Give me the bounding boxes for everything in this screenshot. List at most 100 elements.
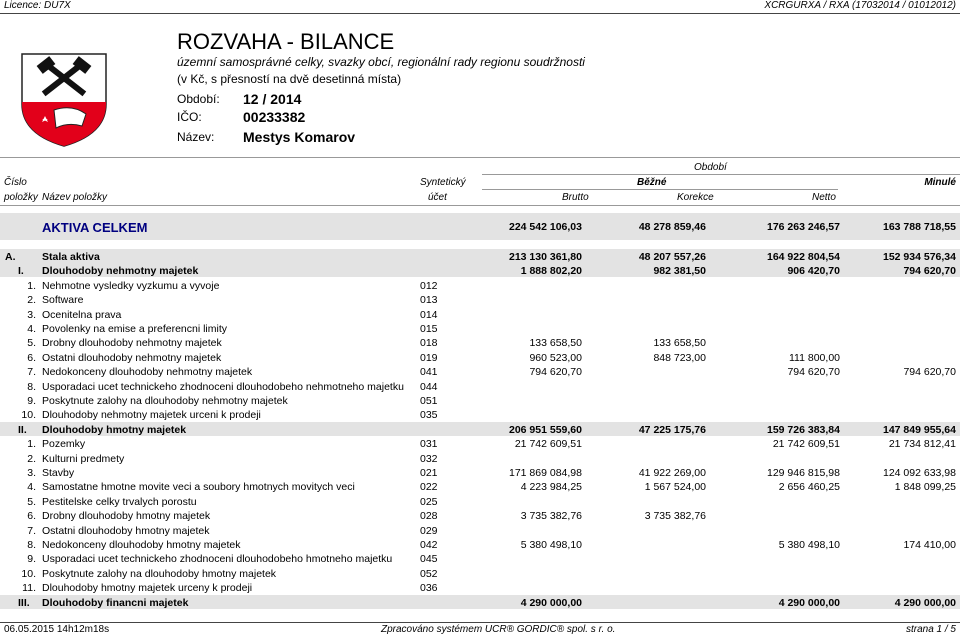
cell-brutto: 171 869 084,98 <box>509 467 582 479</box>
cell-name: Stavby <box>42 467 75 479</box>
cell-minule: 174 410,00 <box>903 539 956 551</box>
col-brutto: Brutto <box>562 192 589 203</box>
page-subtitle: územní samosprávné celky, svazky obcí, r… <box>177 55 585 69</box>
cell-name: Dlouhodoby hmotny majetek <box>42 424 187 436</box>
cell-name: Dlouhodoby nehmotny majetek <box>42 265 199 277</box>
cell-name: Poskytnute zalohy na dlouhodoby nehmotny… <box>42 395 288 407</box>
cell-brutto: 5 380 498,10 <box>520 539 582 551</box>
cell-num: 6. <box>27 510 36 522</box>
coat-of-arms-icon <box>20 52 108 153</box>
cell-name: Drobny dlouhodoby hmotny majetek <box>42 510 211 522</box>
cell-netto: 164 922 804,54 <box>767 251 840 263</box>
cell-minule: 794 620,70 <box>903 366 956 378</box>
cell-num: 3. <box>27 467 36 479</box>
footer-timestamp: 06.05.2015 14h12m18s <box>4 624 110 635</box>
cell-name: Kulturni predmety <box>42 453 125 465</box>
cell-num: 2. <box>27 453 36 465</box>
table-row: 8. Usporadaci ucet technickeho zhodnoceni… <box>0 380 960 394</box>
cell-num: 2. <box>27 294 36 306</box>
table-row: 4. Povolenky na emise a preferencni limit… <box>0 322 960 336</box>
cell-brutto: 4 290 000,00 <box>520 597 582 609</box>
period-label: Období: <box>177 92 220 106</box>
cell-num: 11. <box>22 582 36 594</box>
cell-acct: 014 <box>420 309 438 321</box>
cell-name: Stala aktiva <box>42 251 100 263</box>
footer-system: Zpracováno systémem UCR® GORDIC® spol. s… <box>381 624 616 635</box>
cell-num: 4. <box>27 481 36 493</box>
cell-name: Poskytnute zalohy na dlouhodoby hmotny m… <box>42 568 277 580</box>
name-label: Název: <box>177 130 215 144</box>
cell-name: Nedokonceny dlouhodoby nehmotny majetek <box>42 366 253 378</box>
total-netto: 176 263 246,57 <box>767 221 840 233</box>
cell-acct: 019 <box>420 352 438 364</box>
cell-acct: 041 <box>420 366 438 378</box>
cell-name: Nehmotne vysledky vyzkumu a vyvoje <box>42 280 220 292</box>
cell-acct: 042 <box>420 539 438 551</box>
ico-value: 00233382 <box>243 109 306 125</box>
cell-name: Ostatni dlouhodoby nehmotny majetek <box>42 352 222 364</box>
cell-num: 1. <box>27 438 36 450</box>
cell-netto: 111 800,00 <box>789 352 840 364</box>
cell-acct: 021 <box>420 467 438 479</box>
cell-netto: 5 380 498,10 <box>778 539 840 551</box>
cell-brutto: 1 888 802,20 <box>520 265 582 277</box>
cell-num: 8. <box>27 381 36 393</box>
cell-acct: 022 <box>420 481 438 493</box>
cell-name: Pozemky <box>42 438 86 450</box>
table-row: 1. Pozemky 031 21 742 609,51 21 742 609,51 21… <box>0 437 960 451</box>
cell-minule: 152 934 576,34 <box>883 251 956 263</box>
table-row: II. Dlouhodoby hmotny majetek 206 951 559,… <box>0 423 960 437</box>
cell-netto: 129 946 815,98 <box>767 467 840 479</box>
cell-acct: 018 <box>420 337 438 349</box>
cell-num: 1. <box>27 280 36 292</box>
name-value: Mestys Komarov <box>243 129 356 145</box>
table-row: 10. Dlouhodoby nehmotny majetek urceni k … <box>0 408 960 422</box>
cell-acct: 032 <box>420 453 438 465</box>
table-row: 2. Software 013 <box>0 293 960 307</box>
page-title: ROZVAHA - BILANCE <box>177 29 395 54</box>
cell-num: 10. <box>21 568 36 580</box>
table-row: 5. Pestitelske celky trvalych porostu 025 <box>0 495 960 509</box>
report-code: XCRGURXA / RXA (17032014 / 01012012) <box>764 0 956 11</box>
cell-num: 6. <box>27 352 36 364</box>
cell-acct: 015 <box>420 323 438 335</box>
table-row: I. Dlouhodoby nehmotny majetek 1 888 802,2… <box>0 264 960 278</box>
table-row: 3. Ocenitelna prava 014 <box>0 308 960 322</box>
cell-name: Ostatni dlouhodoby hmotny majetek <box>42 525 210 537</box>
cell-num: 4. <box>27 323 36 335</box>
ico-label: IČO: <box>177 110 202 124</box>
total-label: AKTIVA CELKEM <box>42 220 148 235</box>
cell-korekce: 47 225 175,76 <box>638 424 706 436</box>
cell-name: Pestitelske celky trvalych porostu <box>42 496 197 508</box>
cell-brutto: 3 735 382,76 <box>520 510 582 522</box>
table-row: 2. Kulturni predmety 032 <box>0 452 960 466</box>
cell-num: 9. <box>27 395 36 407</box>
table-row: 7. Ostatni dlouhodoby hmotny majetek 029 <box>0 524 960 538</box>
col-bezne: Běžné <box>637 177 667 188</box>
footer-page: strana 1 / 5 <box>905 624 956 635</box>
col-polozky: položky <box>4 192 38 203</box>
cell-num: II. <box>18 424 27 436</box>
cell-name: Software <box>42 294 84 306</box>
total-minule: 163 788 718,55 <box>883 221 956 233</box>
cell-brutto: 133 658,50 <box>529 337 582 349</box>
col-minule: Minulé <box>924 177 956 188</box>
cell-num: 7. <box>27 366 36 378</box>
cell-acct: 044 <box>420 381 438 393</box>
col-synteticky: Syntetický <box>420 177 466 188</box>
units-note: (v Kč, s přesností na dvě desetinná míst… <box>177 72 402 86</box>
table-row: 5. Drobny dlouhodoby nehmotny majetek 018 1… <box>0 336 960 350</box>
cell-name: Povolenky na emise a preferencni limity <box>42 323 228 335</box>
col-ucet: účet <box>428 192 447 203</box>
cell-brutto: 21 742 609,51 <box>514 438 582 450</box>
cell-minule: 1 848 099,25 <box>894 481 956 493</box>
cell-netto: 794 620,70 <box>787 366 840 378</box>
total-brutto: 224 542 106,03 <box>509 221 582 233</box>
cell-name: Dlouhodoby nehmotny majetek urceni k pro… <box>42 409 261 421</box>
cell-num: 3. <box>27 309 36 321</box>
cell-acct: 051 <box>420 395 438 407</box>
cell-name: Usporadaci ucet technickeho zhodnoceni d… <box>42 553 393 565</box>
cell-acct: 036 <box>420 582 438 594</box>
cell-num: III. <box>18 597 30 609</box>
cell-korekce: 48 207 557,26 <box>638 251 706 263</box>
